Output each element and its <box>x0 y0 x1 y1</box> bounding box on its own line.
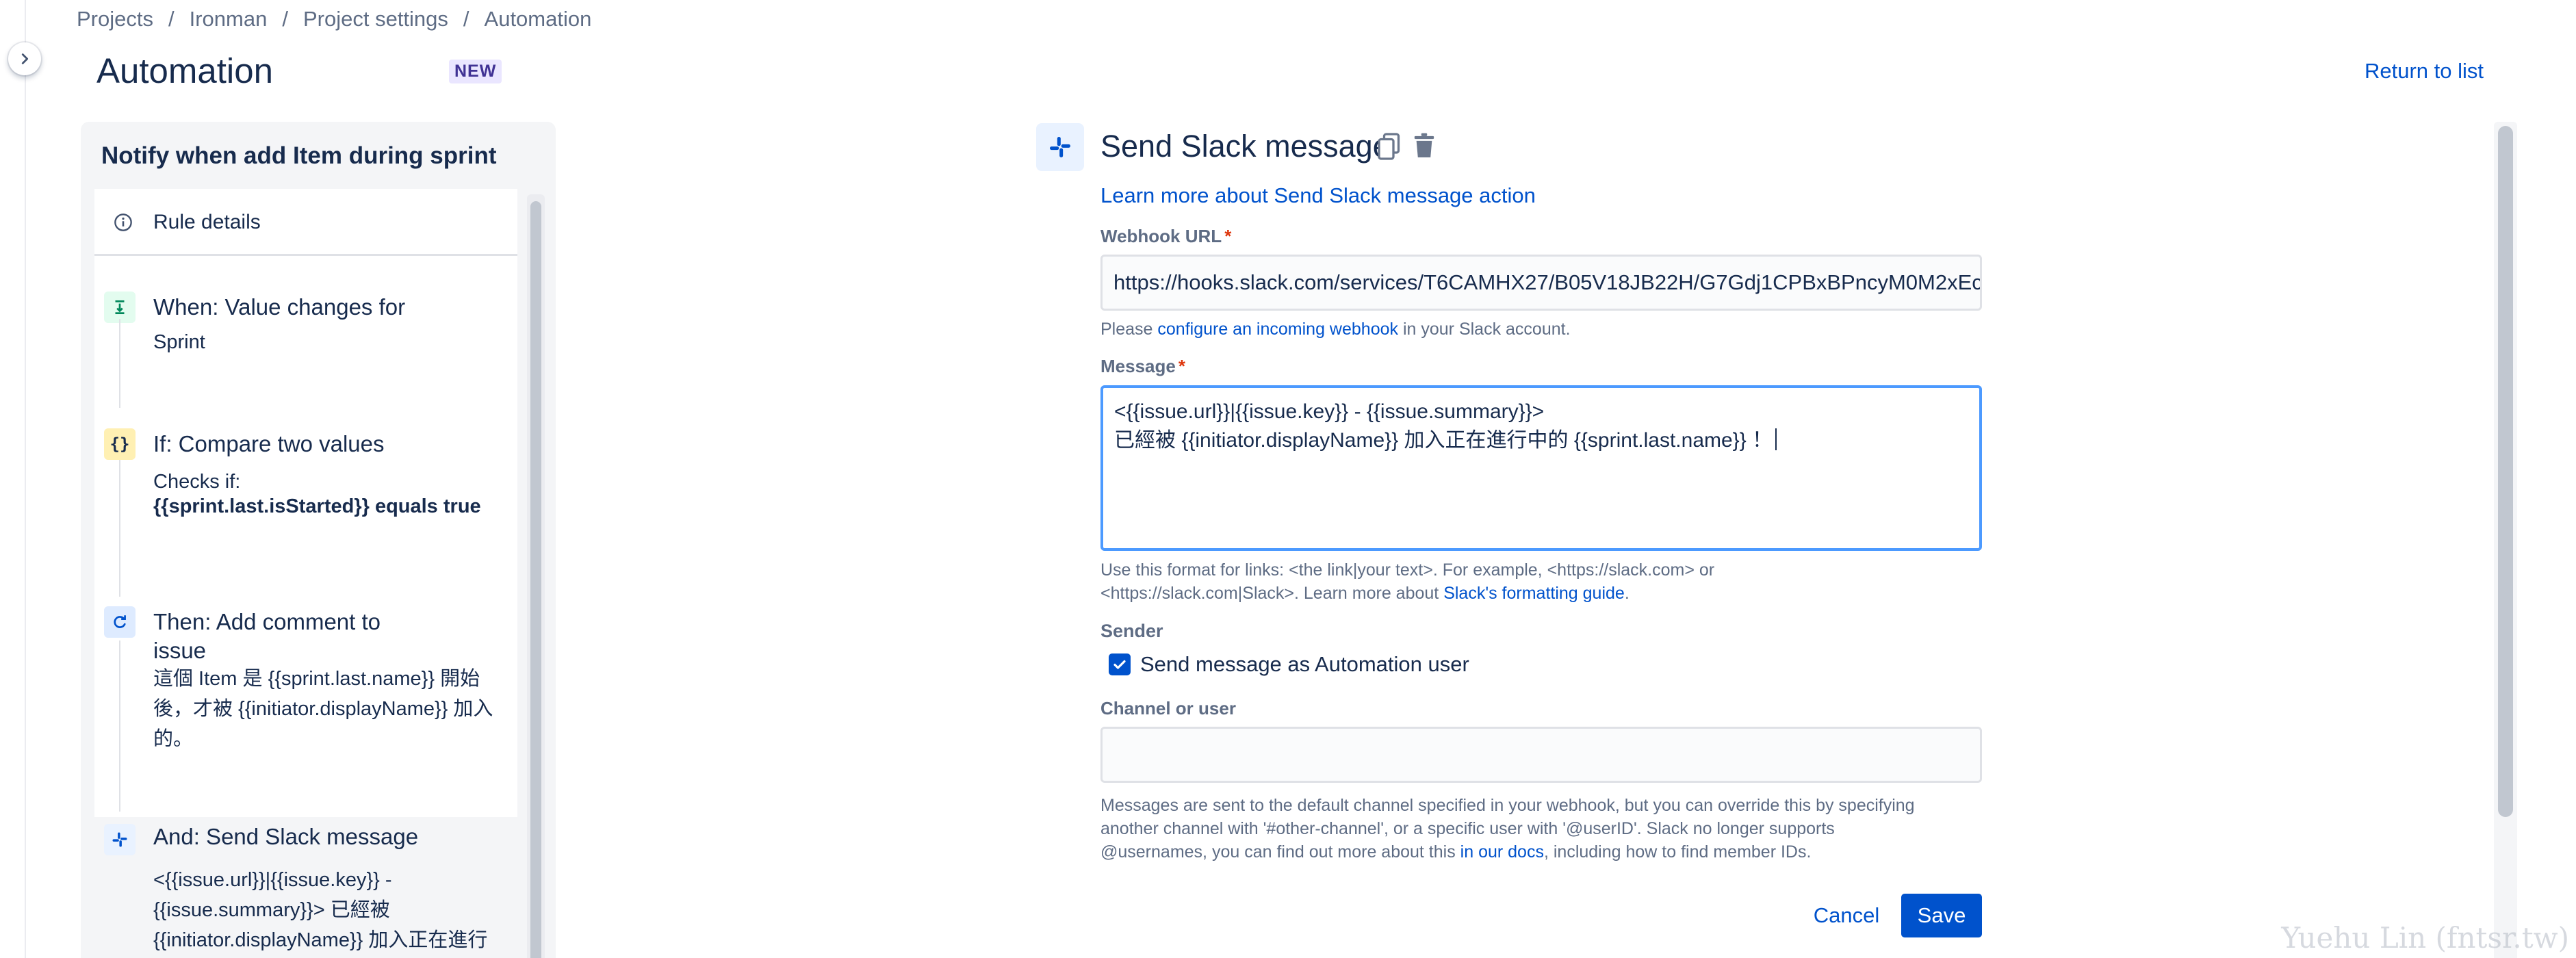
step-body-line: 這個 Item 是 {{sprint.last.name}} 開始 <box>153 668 480 690</box>
message-line: 已經被 {{initiator.displayName}} 加入正在進行中的 {… <box>1114 429 1773 452</box>
formatting-guide-link[interactable]: Slack's formatting guide <box>1443 584 1625 603</box>
expand-sidebar-button[interactable] <box>8 42 41 75</box>
message-helper-text: Use this format for links: <the link|you… <box>1100 558 1714 605</box>
webhook-url-input[interactable]: https://hooks.slack.com/services/T6CAMHX… <box>1100 255 1982 311</box>
helper-text: <https://slack.com|Slack>. Learn more ab… <box>1100 584 1444 603</box>
helper-text: Please <box>1100 320 1158 339</box>
scrollbar-thumb[interactable] <box>2498 126 2513 817</box>
breadcrumb-automation[interactable]: Automation <box>485 7 592 31</box>
helper-text: , including how to find member IDs. <box>1543 842 1812 862</box>
message-label-text: Message <box>1100 356 1176 376</box>
helper-text: in your Slack account. <box>1398 320 1571 339</box>
step-title: When: Value changes for <box>153 294 406 320</box>
step-title: If: Compare two values <box>153 431 385 456</box>
action-icon <box>104 606 136 638</box>
rule-list-scrollbar[interactable] <box>527 194 545 958</box>
channel-helper-text: Messages are sent to the default channel… <box>1100 794 1915 864</box>
webhook-helper-text: Please configure an incoming webhook in … <box>1100 318 1571 341</box>
breadcrumb-separator: / <box>463 7 469 31</box>
return-to-list-link[interactable]: Return to list <box>2365 59 2484 83</box>
rule-name[interactable]: Notify when add Item during sprint <box>101 142 497 170</box>
helper-text: . <box>1624 584 1630 603</box>
webhook-url-label: Webhook URL * <box>1100 226 1231 247</box>
step-body-line: <{{issue.url}}|{{issue.key}} - <box>153 869 392 891</box>
trash-icon[interactable] <box>1413 132 1436 159</box>
send-as-automation-label[interactable]: Send message as Automation user <box>1140 652 1469 677</box>
helper-text: Messages are sent to the default channel… <box>1100 796 1915 815</box>
info-icon <box>114 213 132 231</box>
configure-webhook-link[interactable]: configure an incoming webhook <box>1157 320 1398 339</box>
required-mark: * <box>1224 226 1232 246</box>
chevron-right-icon <box>21 53 29 64</box>
breadcrumb-project-settings[interactable]: Project settings <box>303 7 448 31</box>
action-step[interactable]: Then: Add comment to issue 這個 Item 是 {{s… <box>94 593 517 791</box>
new-badge: NEW <box>449 60 502 83</box>
channel-label: Channel or user <box>1100 698 1236 718</box>
rule-panel: Notify when add Item during sprint Rule … <box>81 122 556 958</box>
step-body-line: {{issue.summary}}> 已經被 <box>153 899 390 921</box>
breadcrumb: Projects / Ironman / Project settings / … <box>77 7 591 31</box>
step-body-line: {{sprint.last.isStarted}} equals true <box>153 495 481 517</box>
step-connector <box>119 319 120 408</box>
step-body: 這個 Item 是 {{sprint.last.name}} 開始 後，才被 {… <box>153 664 493 754</box>
required-mark: * <box>1178 356 1185 376</box>
message-line: <{{issue.url}}|{{issue.key}} - {{issue.s… <box>1114 400 1545 423</box>
braces-icon: {} <box>104 428 136 460</box>
watermark: Yuehu Lin (fntsr.tw) <box>2281 921 2569 955</box>
action-title: Send Slack message <box>1100 129 1390 164</box>
step-body: Checks if: {{sprint.last.isStarted}} equ… <box>153 469 481 519</box>
helper-text: Use this format for links: <the link|you… <box>1100 560 1715 580</box>
breadcrumb-separator: / <box>282 7 288 31</box>
step-body-line: 後，才被 {{initiator.displayName}} 加入 <box>153 698 493 720</box>
condition-step[interactable]: {} If: Compare two values Checks if: {{s… <box>94 415 517 572</box>
learn-more-link[interactable]: Learn more about Send Slack message acti… <box>1100 183 1536 208</box>
rule-details-label: Rule details <box>153 211 261 233</box>
page-title: Automation <box>96 51 273 90</box>
step-body-line: 的。 <box>153 728 194 750</box>
rule-component-list: Rule details When: Value changes for Spr… <box>94 189 517 958</box>
slack-action-step[interactable]: And: Send Slack message <{{issue.url}}|{… <box>94 817 517 958</box>
scrollbar-thumb[interactable] <box>530 201 541 958</box>
step-title-line: issue <box>153 638 207 663</box>
helper-text: @usernames, you can find out more about … <box>1100 842 1460 862</box>
sender-label: Sender <box>1100 621 1163 641</box>
rule-details-item[interactable]: Rule details <box>94 189 517 256</box>
step-body-line: {{initiator.displayName}} 加入正在進行 <box>153 929 488 951</box>
step-title-line: Then: Add comment to <box>153 609 381 634</box>
docs-link[interactable]: in our docs <box>1460 842 1544 862</box>
copy-icon[interactable] <box>1377 132 1402 161</box>
channel-or-user-input[interactable] <box>1100 727 1982 783</box>
step-title: And: Send Slack message <box>153 824 419 849</box>
cancel-button[interactable]: Cancel <box>1804 894 1889 937</box>
slack-icon <box>1050 137 1070 157</box>
helper-text: another channel with '#other-channel', o… <box>1100 819 1835 838</box>
slack-icon <box>104 824 136 855</box>
webhook-url-label-text: Webhook URL <box>1100 226 1222 246</box>
trigger-step[interactable]: When: Value changes for Sprint <box>94 278 517 394</box>
step-connector <box>119 640 120 812</box>
left-nav-strip <box>0 0 26 958</box>
step-body: Sprint <box>153 331 205 353</box>
save-button[interactable]: Save <box>1901 894 1982 937</box>
breadcrumb-separator: / <box>168 7 175 31</box>
step-body-line: Checks if: <box>153 471 241 493</box>
message-label: Message * <box>1100 356 1185 377</box>
step-title: Then: Add comment to issue <box>153 608 381 665</box>
slack-action-icon <box>1036 123 1084 171</box>
check-icon <box>1113 660 1126 669</box>
send-as-automation-checkbox[interactable] <box>1109 653 1131 675</box>
step-connector <box>119 460 120 597</box>
text-caret <box>1775 428 1777 450</box>
breadcrumb-project[interactable]: Ironman <box>190 7 268 31</box>
form-scrollbar[interactable] <box>2494 122 2517 958</box>
message-textarea[interactable]: <{{issue.url}}|{{issue.key}} - {{issue.s… <box>1100 385 1982 551</box>
step-body: <{{issue.url}}|{{issue.key}} - {{issue.s… <box>153 865 487 955</box>
breadcrumb-projects[interactable]: Projects <box>77 7 153 31</box>
